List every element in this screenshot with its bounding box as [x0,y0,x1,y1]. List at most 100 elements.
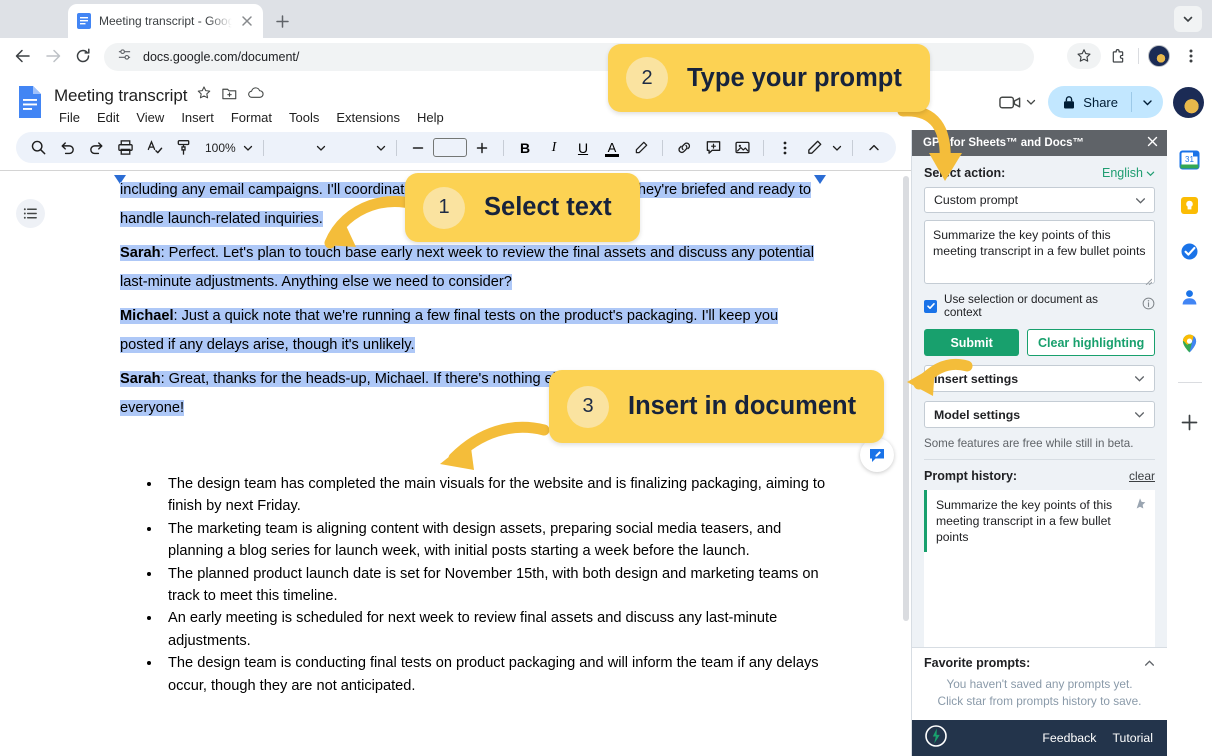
summary-bullet-list[interactable]: The design team has completed the main v… [143,473,833,697]
model-settings-accordion[interactable]: Model settings [924,401,1155,428]
contacts-icon[interactable] [1179,286,1201,308]
chevron-down-icon [1026,97,1036,107]
favorite-prompts-header[interactable]: Favorite prompts: [924,656,1155,670]
action-select[interactable]: Custom prompt [924,187,1155,213]
browser-menu-icon[interactable] [1176,41,1206,71]
callout-step-1-number: 1 [423,187,465,229]
maps-icon[interactable] [1179,332,1201,354]
page-top-rule [0,170,911,171]
speaker-name: Michael [120,308,174,324]
more-options-icon[interactable] [771,135,799,160]
fontsize-input[interactable] [433,138,467,157]
insert-image-icon[interactable] [728,135,756,160]
star-icon[interactable] [196,85,212,106]
menu-insert[interactable]: Insert [176,108,219,127]
underline-button[interactable]: U [569,135,597,160]
page-title[interactable]: Meeting transcript [54,86,187,106]
move-folder-icon[interactable] [221,85,238,107]
prompt-input[interactable]: Summarize the key points of this meeting… [924,220,1155,284]
prompt-history-scroll-area[interactable] [924,552,1155,647]
extensions-icon[interactable] [1103,41,1133,71]
clear-highlighting-button[interactable]: Clear highlighting [1027,329,1155,356]
collapse-toolbar-icon[interactable] [860,135,888,160]
insert-settings-label: Insert settings [934,372,1018,386]
list-item: The planned product launch date is set f… [162,563,833,608]
keep-icon[interactable] [1179,194,1201,216]
back-icon[interactable] [8,41,38,71]
zoom-level[interactable]: 100% [198,141,239,155]
browser-window: Meeting transcript - Google D docs.googl… [0,0,1212,756]
browser-tab[interactable]: Meeting transcript - Google D [68,4,263,38]
menu-edit[interactable]: Edit [92,108,124,127]
speaker-name: Sarah [120,371,161,387]
add-icon[interactable] [1179,411,1201,433]
bookmark-star-icon[interactable] [1067,43,1101,69]
action-buttons-row: Submit Clear highlighting [924,329,1155,356]
transcript-paragraph-text: : Perfect. Let's plan to touch base earl… [120,245,814,290]
style-dropdown-icon[interactable] [313,136,329,160]
site-settings-icon[interactable] [117,47,132,67]
context-checkbox-row[interactable]: Use selection or document as context [924,293,1155,319]
editing-mode-dropdown-icon[interactable] [829,136,845,160]
tutorial-link[interactable]: Tutorial [1112,731,1153,745]
close-icon[interactable] [1146,135,1159,151]
language-selector[interactable]: English [1102,166,1155,180]
undo-icon[interactable] [53,135,81,160]
highlight-color-icon[interactable] [627,135,655,160]
menu-view[interactable]: View [131,108,169,127]
text-color-button[interactable]: A [598,135,626,160]
chevron-down-icon[interactable] [1174,6,1202,32]
editing-mode-icon[interactable] [800,135,828,160]
font-dropdown-icon[interactable] [373,136,389,160]
docs-logo-icon[interactable] [16,85,44,119]
close-icon[interactable] [239,13,255,29]
context-checkbox[interactable] [924,300,937,313]
zoom-dropdown-icon[interactable] [240,136,256,160]
info-icon[interactable] [1142,297,1155,315]
account-avatar[interactable] [1173,87,1204,118]
document-outline-button[interactable] [16,199,45,228]
menu-extensions[interactable]: Extensions [331,108,405,127]
print-icon[interactable] [111,135,139,160]
spellcheck-icon[interactable] [140,135,168,160]
address-bar-url: docs.google.com/document/ [143,50,299,64]
meet-call-button[interactable] [997,94,1038,111]
menu-help[interactable]: Help [412,108,449,127]
favorite-prompts-section: Favorite prompts: You haven't saved any … [912,647,1167,720]
menu-file[interactable]: File [54,108,85,127]
docs-header-actions: Share [997,86,1204,118]
italic-button[interactable]: I [540,135,568,160]
document-scrollbar[interactable] [903,176,909,621]
insert-link-icon[interactable] [670,135,698,160]
submit-button[interactable]: Submit [924,329,1019,356]
decrease-fontsize-button[interactable] [404,135,432,160]
insert-settings-accordion[interactable]: Insert settings [924,365,1155,392]
paint-format-icon[interactable] [169,135,197,160]
calendar-icon[interactable]: 31 [1179,148,1201,170]
profile-avatar[interactable] [1144,41,1174,71]
menu-tools[interactable]: Tools [284,108,324,127]
new-tab-button[interactable] [270,9,294,33]
forward-icon[interactable] [38,41,68,71]
floating-comment-button[interactable] [860,438,894,472]
redo-icon[interactable] [82,135,110,160]
share-button[interactable]: Share [1048,86,1163,118]
star-icon[interactable] [1133,497,1147,516]
add-comment-icon[interactable] [699,135,727,160]
context-checkbox-label: Use selection or document as context [944,293,1135,319]
share-dropdown-icon[interactable] [1132,97,1163,108]
prompt-history-item[interactable]: Summarize the key points of this meeting… [924,490,1155,552]
search-icon[interactable] [24,135,52,160]
reload-icon[interactable] [68,41,98,71]
bold-button[interactable]: B [511,135,539,160]
feedback-link[interactable]: Feedback [1042,731,1096,745]
tasks-icon[interactable] [1179,240,1201,262]
cloud-saved-icon[interactable] [247,84,265,107]
browser-toolbar: docs.google.com/document/ [0,38,1212,74]
menu-format[interactable]: Format [226,108,277,127]
resize-grip-icon[interactable] [1144,273,1152,281]
clear-history-link[interactable]: clear [1129,469,1155,483]
increase-fontsize-button[interactable] [468,135,496,160]
transcript-paragraph: Sarah: Perfect. Let's plan to touch base… [120,239,820,297]
gpt-panel-titlebar: GPT for Sheets™ and Docs™ [912,130,1167,156]
